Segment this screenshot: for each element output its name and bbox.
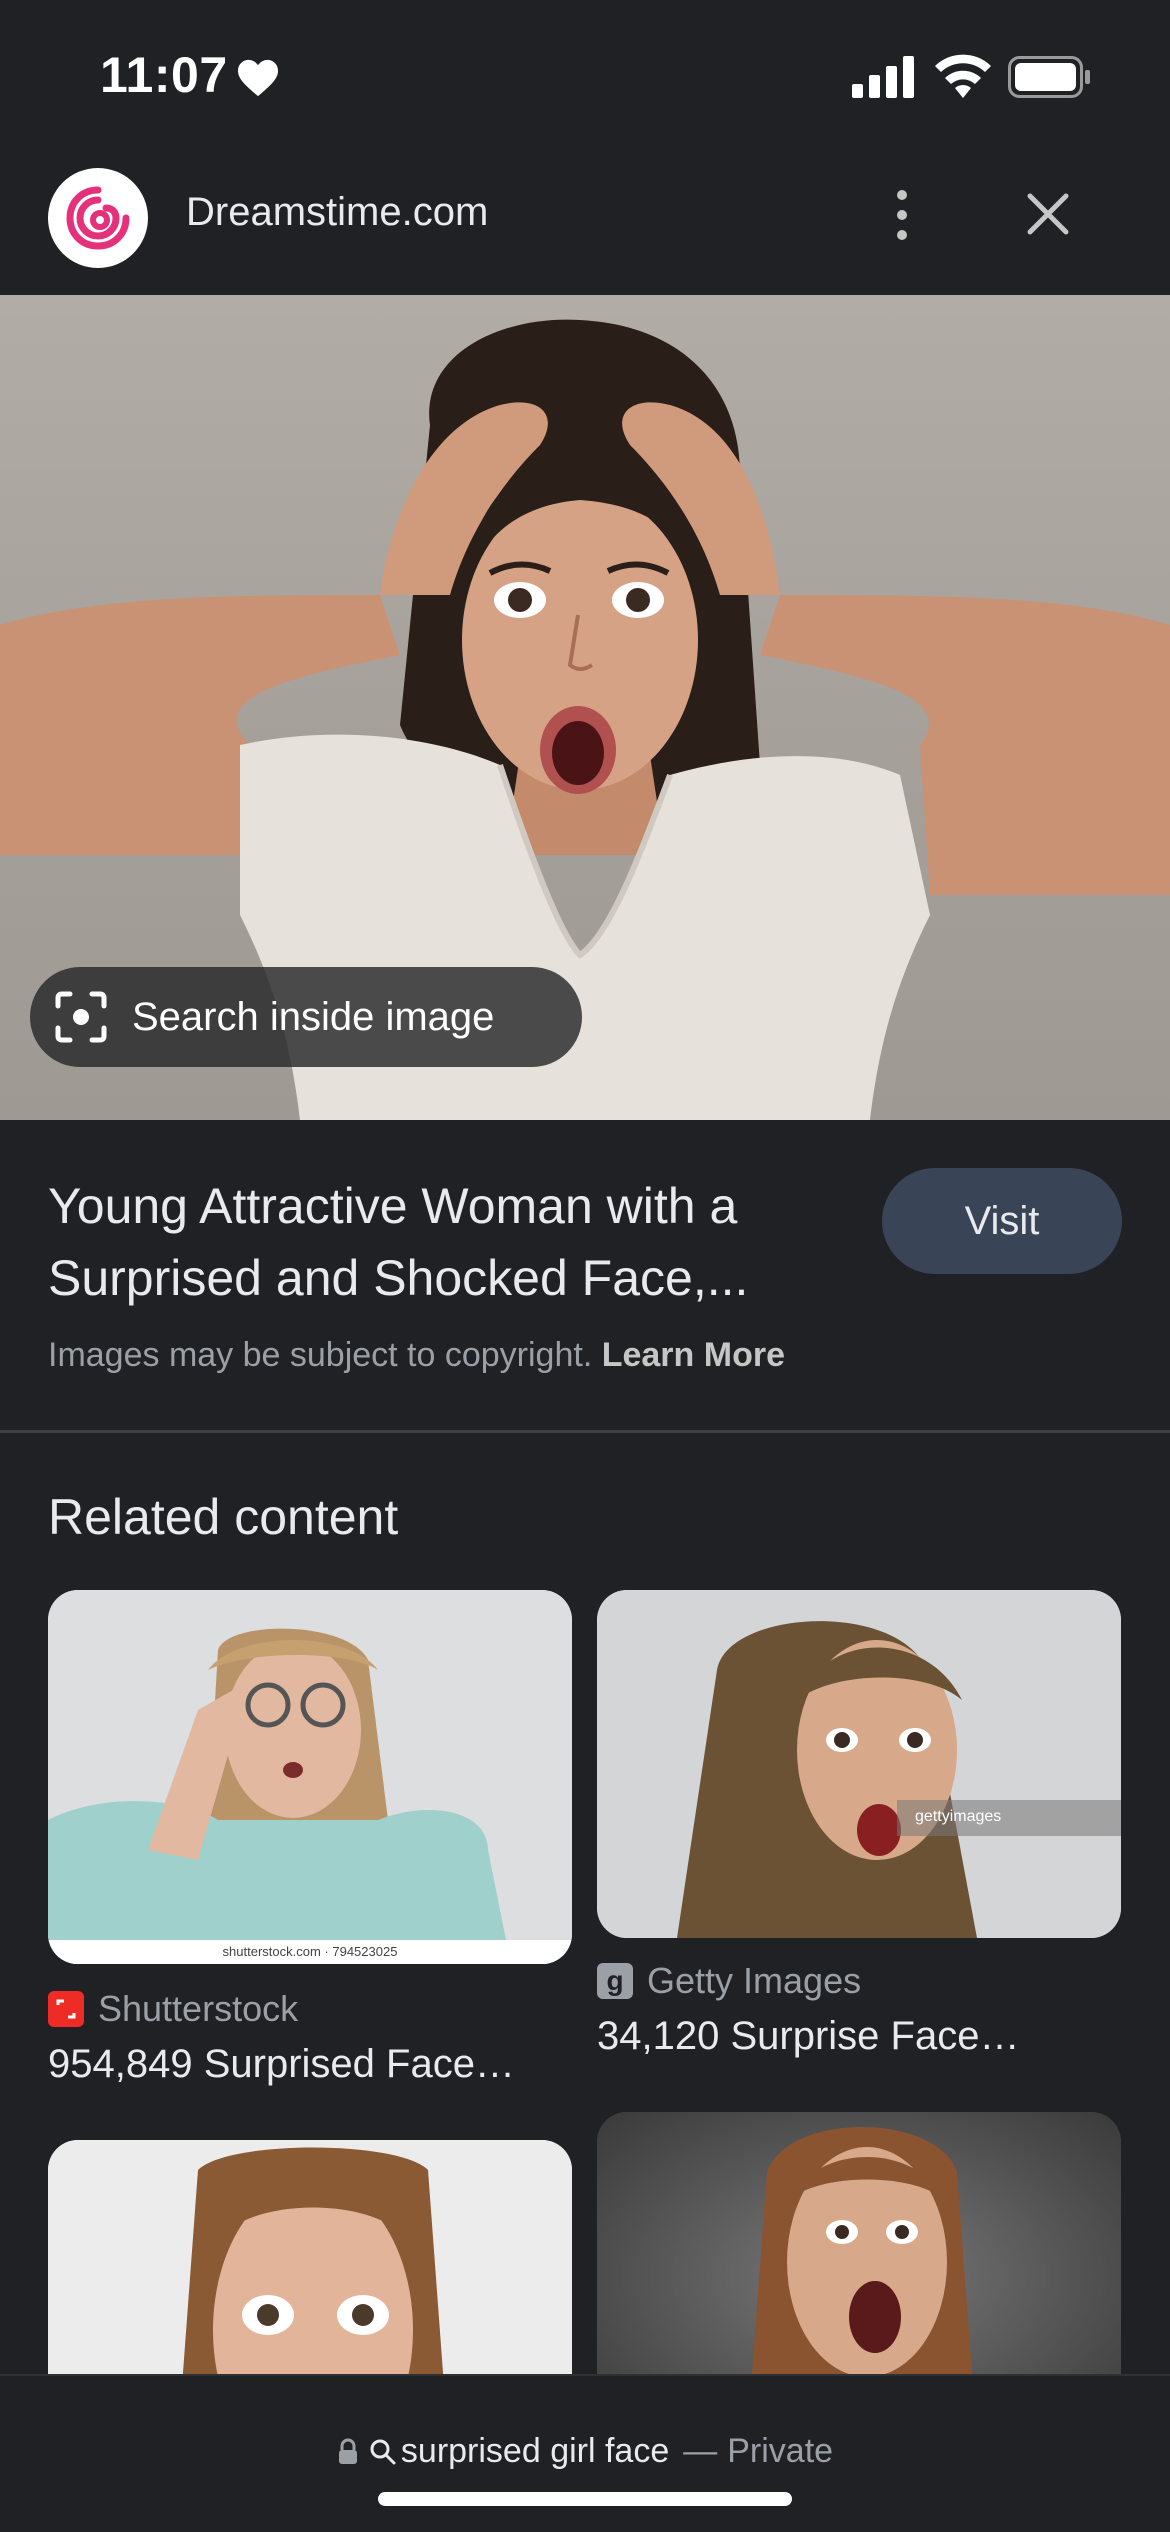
getty-watermark-caption: gettyimages	[915, 1808, 1002, 1825]
lens-icon	[55, 991, 107, 1043]
copyright-notice: Images may be subject to copyright. Lear…	[48, 1336, 785, 1375]
battery-icon	[1008, 56, 1090, 98]
address-row[interactable]: surprised girl face — Private	[0, 2432, 1170, 2471]
search-icon	[370, 2439, 396, 2464]
dreamstime-logo[interactable]	[48, 168, 148, 268]
card-title-shutterstock[interactable]: 954,849 Surprised Face…	[48, 2042, 568, 2087]
woman-surprised-getty-photo	[597, 1590, 1121, 1938]
lock-icon	[338, 2438, 357, 2464]
more-dot-icon	[897, 230, 907, 240]
card-source-label: Getty Images	[647, 1960, 862, 2001]
related-content-heading: Related content	[48, 1489, 399, 1545]
signal-icon	[852, 56, 914, 98]
learn-more-link[interactable]: Learn More	[602, 1336, 785, 1374]
site-name[interactable]: Dreamstime.com	[186, 190, 488, 235]
more-dot-icon	[897, 210, 907, 220]
related-card-image-shutterstock[interactable]: shutterstock.com · 794523025	[48, 1590, 572, 1964]
card-source-getty[interactable]: g Getty Images	[597, 1960, 861, 2002]
getty-icon: g	[597, 1963, 633, 1999]
close-icon[interactable]	[1018, 184, 1078, 244]
card-title-getty[interactable]: 34,120 Surprise Face…	[597, 2014, 1117, 2059]
visit-button[interactable]: Visit	[882, 1168, 1122, 1274]
home-indicator[interactable]	[378, 2492, 792, 2506]
more-dot-icon	[897, 190, 907, 200]
wifi-icon	[935, 54, 991, 98]
search-query-text: surprised girl face	[400, 2432, 670, 2470]
woman-glasses-photo	[48, 1590, 572, 1964]
site-header: Dreamstime.com	[0, 150, 1170, 295]
heart-icon	[238, 59, 278, 97]
related-card-image-getty[interactable]: gettyimages	[597, 1590, 1121, 1938]
more-options-button[interactable]	[880, 180, 924, 250]
status-bar: 11:07	[0, 0, 1170, 150]
copyright-text: Images may be subject to copyright.	[48, 1336, 593, 1374]
result-title[interactable]: Young Attractive Woman with a Surprised …	[48, 1170, 868, 1314]
card-source-shutterstock[interactable]: Shutterstock	[48, 1988, 298, 2030]
shutterstock-icon	[48, 1991, 84, 2027]
shutterstock-watermark-caption: shutterstock.com · 794523025	[48, 1940, 572, 1964]
search-inside-image-button[interactable]: Search inside image	[30, 967, 582, 1067]
card-source-label: Shutterstock	[98, 1988, 299, 2029]
private-separator: —	[683, 2432, 718, 2470]
divider	[0, 1430, 1170, 1433]
dreamstime-logo-icon	[66, 186, 130, 250]
status-time: 11:07	[100, 47, 228, 103]
private-mode-label: Private	[727, 2432, 834, 2470]
search-inside-image-label: Search inside image	[132, 994, 495, 1039]
bottom-address-bar[interactable]: surprised girl face — Private	[0, 2374, 1170, 2532]
main-image[interactable]: Search inside image	[0, 295, 1170, 1120]
